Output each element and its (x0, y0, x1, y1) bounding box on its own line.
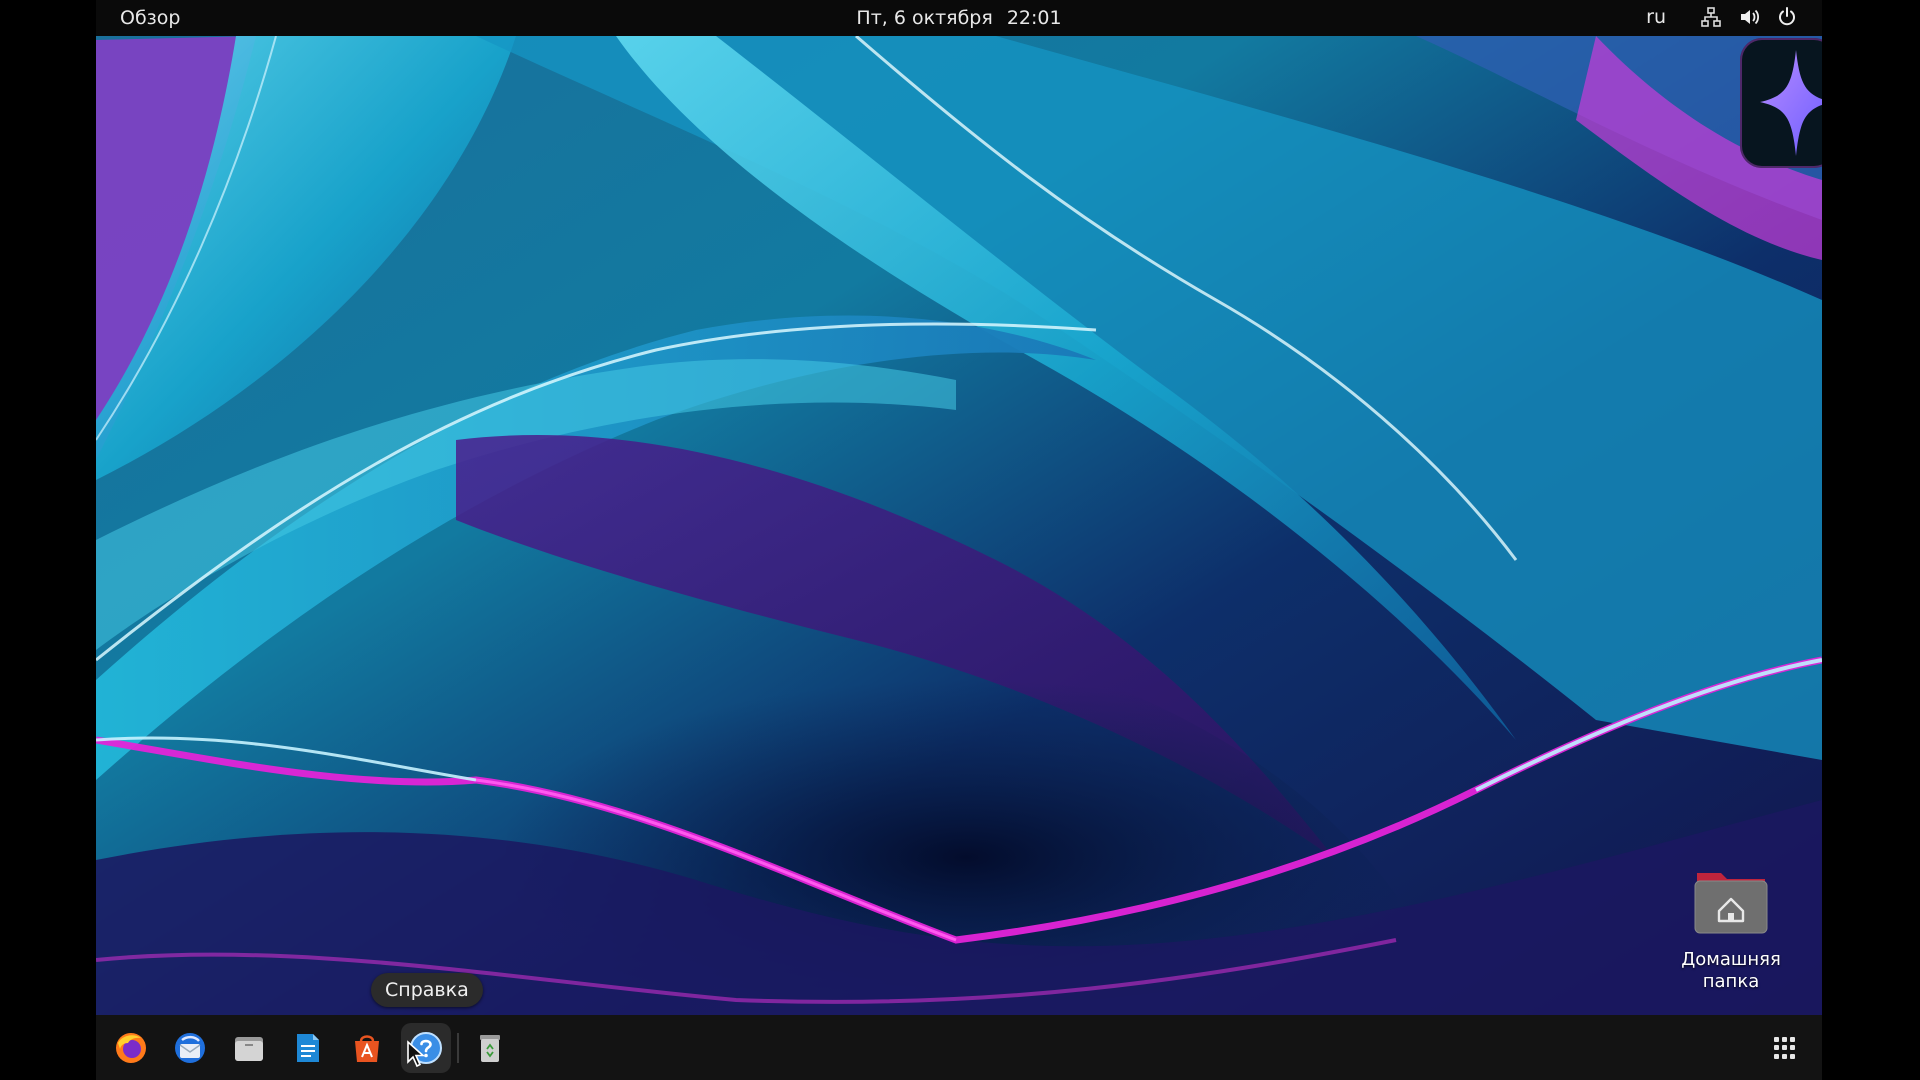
screen: Обзор Пт, 6 октября 22:01 ru Домашняя па… (0, 0, 1920, 1080)
language-indicator[interactable]: ru (1646, 6, 1666, 28)
dock-item-files[interactable] (224, 1023, 274, 1073)
sparkle-icon (1760, 50, 1822, 156)
system-tray[interactable]: ru (1646, 6, 1798, 28)
time-label: 22:01 (1006, 7, 1062, 29)
trash-icon (480, 1035, 500, 1062)
home-folder-label-line1: Домашняя (1681, 949, 1781, 970)
wallpaper (96, 0, 1822, 1080)
app-center-icon (355, 1035, 379, 1062)
dock (96, 1015, 1822, 1080)
assistant-widget[interactable] (1740, 38, 1822, 168)
home-folder-label-line2: папка (1702, 971, 1760, 992)
power-icon[interactable] (1776, 6, 1798, 28)
network-icon[interactable] (1700, 6, 1722, 28)
files-icon (235, 1037, 263, 1061)
writer-icon (297, 1034, 319, 1062)
desktop[interactable]: Обзор Пт, 6 октября 22:01 ru Домашняя па… (96, 0, 1822, 1080)
dock-separator (457, 1033, 459, 1063)
volume-icon[interactable] (1738, 6, 1760, 28)
top-bar: Обзор Пт, 6 октября 22:01 ru (96, 0, 1822, 36)
date-label: Пт, 6 октября (856, 7, 993, 29)
home-folder-icon (1693, 867, 1769, 937)
apps-grid-icon[interactable] (1774, 1037, 1796, 1059)
dock-item-app-center[interactable] (342, 1023, 392, 1073)
home-folder-desktop-icon[interactable]: Домашняя папка (1666, 867, 1796, 993)
dock-tooltip: Справка (371, 973, 483, 1007)
dock-item-thunderbird[interactable] (165, 1023, 215, 1073)
thunderbird-icon (175, 1033, 205, 1063)
dock-item-trash[interactable] (465, 1023, 515, 1073)
firefox-icon (116, 1033, 146, 1063)
dock-item-firefox[interactable] (106, 1023, 156, 1073)
clock-button[interactable]: Пт, 6 октября 22:01 (96, 7, 1822, 29)
dock-item-writer[interactable] (283, 1023, 333, 1073)
mouse-cursor-icon (407, 1040, 426, 1068)
